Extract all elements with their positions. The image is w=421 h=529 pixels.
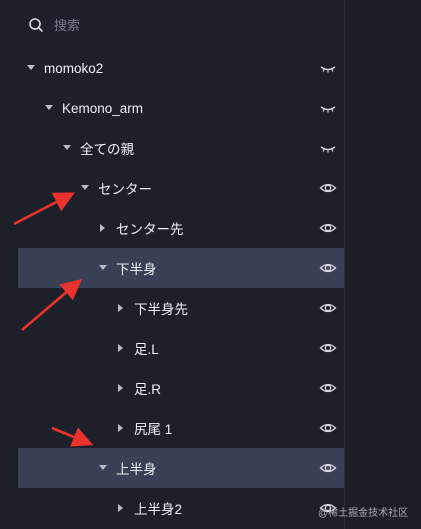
chevron-right-icon[interactable] (98, 223, 108, 233)
hidden-eye-icon[interactable] (319, 60, 337, 76)
tree-item-label: センター (98, 182, 152, 197)
tree-item-label: 下半身 (116, 262, 157, 277)
tree-item-label: 足.L (134, 342, 159, 357)
chevron-down-icon[interactable] (98, 263, 108, 273)
search-icon (29, 18, 43, 32)
tree-item-label: 上半身2 (134, 502, 183, 517)
tree-item[interactable]: 下半身 (18, 248, 344, 288)
eye-icon[interactable] (319, 180, 337, 196)
hierarchy-panel: momoko2 Kemono_arm 全ての親 センター センター先 下半身 下… (18, 0, 344, 529)
search-input[interactable] (54, 17, 314, 33)
chevron-down-icon[interactable] (80, 183, 90, 193)
tree-item[interactable]: 上半身2 (18, 488, 344, 528)
chevron-down-icon[interactable] (44, 103, 54, 113)
chevron-down-icon[interactable] (62, 143, 72, 153)
chevron-right-icon[interactable] (116, 423, 126, 433)
eye-icon[interactable] (319, 220, 337, 236)
hidden-eye-icon[interactable] (319, 140, 337, 156)
tree-item-label: 尻尾 1 (134, 422, 173, 437)
tree-item[interactable]: 尻尾 1 (18, 408, 344, 448)
eye-icon[interactable] (319, 380, 337, 396)
tree-item-label: 全ての親 (80, 142, 134, 157)
chevron-right-icon[interactable] (116, 383, 126, 393)
tree-item-label: 下半身先 (134, 302, 188, 317)
chevron-right-icon[interactable] (116, 503, 126, 513)
eye-icon[interactable] (319, 460, 337, 476)
chevron-right-icon[interactable] (116, 303, 126, 313)
watermark: @稀土掘金技术社区 (318, 508, 409, 519)
tree-item[interactable]: センター (18, 168, 344, 208)
chevron-down-icon[interactable] (98, 463, 108, 473)
tree-item-label: Kemono_arm (62, 100, 144, 116)
tree-item[interactable]: 足.L (18, 328, 344, 368)
eye-icon[interactable] (319, 340, 337, 356)
hidden-eye-icon[interactable] (319, 100, 337, 116)
chevron-right-icon[interactable] (116, 343, 126, 353)
tree-item-label: 足.R (134, 382, 161, 397)
tree-item[interactable]: momoko2 (18, 48, 344, 88)
tree-item[interactable]: 下半身先 (18, 288, 344, 328)
eye-icon[interactable] (319, 300, 337, 316)
tree-item-label: センター先 (116, 222, 184, 237)
tree-item-label: momoko2 (44, 60, 104, 76)
tree-item[interactable]: 上半身 (18, 448, 344, 488)
tree-item[interactable]: センター先 (18, 208, 344, 248)
search-bar[interactable] (18, 0, 344, 50)
tree-item[interactable]: 足.R (18, 368, 344, 408)
eye-icon[interactable] (319, 260, 337, 276)
tree-item[interactable]: Kemono_arm (18, 88, 344, 128)
right-side-panel (344, 0, 421, 529)
chevron-down-icon[interactable] (26, 63, 36, 73)
tree-item[interactable]: 全ての親 (18, 128, 344, 168)
eye-icon[interactable] (319, 420, 337, 436)
tree-item-label: 上半身 (116, 462, 157, 477)
